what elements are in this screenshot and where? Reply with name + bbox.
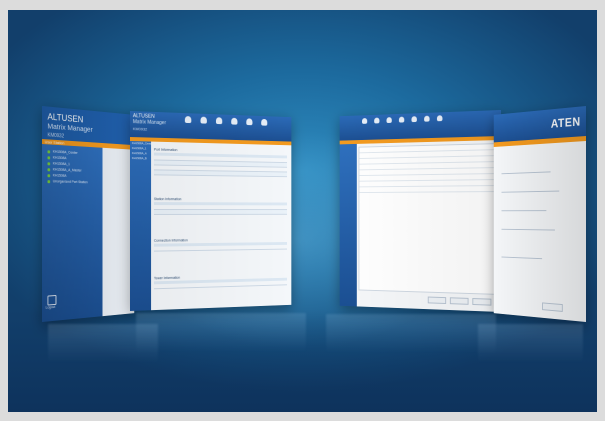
product-name: Matrix Manager <box>132 119 166 127</box>
model-name: KM0932 <box>132 126 148 132</box>
toolbar-icon <box>411 116 417 123</box>
toolbar-icon <box>200 116 207 124</box>
data-grid <box>358 143 498 295</box>
window-center-left: ALTUSEN Matrix Manager KM0932 KH1508A_Ce… <box>130 111 292 311</box>
dialog-button[interactable] <box>472 298 492 306</box>
main-panel: Port Information Station Information Con… <box>151 141 292 311</box>
toolbar-icon <box>261 118 268 126</box>
window-reflection <box>478 324 583 364</box>
window-right: ATEN <box>493 106 586 322</box>
dialog-button[interactable] <box>449 297 469 305</box>
tree-item[interactable]: Unorganized Port Station <box>47 178 88 185</box>
info-section: Station Information <box>153 197 288 215</box>
port-status-icon <box>47 155 51 159</box>
toolbar-button[interactable] <box>182 116 194 124</box>
toolbar-button[interactable] <box>259 118 270 126</box>
form-field[interactable] <box>501 206 547 212</box>
toolbar-icon <box>184 116 192 124</box>
info-section: Port Information <box>153 148 288 178</box>
toolbar-button[interactable] <box>244 118 255 126</box>
table-row[interactable] <box>153 210 288 215</box>
toolbar-icon <box>424 115 430 122</box>
toolbar-button[interactable] <box>435 115 444 125</box>
form-field[interactable] <box>501 252 543 260</box>
toolbar-button[interactable] <box>385 117 394 127</box>
toolbar-icon <box>231 117 238 125</box>
form-field[interactable] <box>501 167 551 175</box>
window-reflection <box>136 313 306 353</box>
toolbar-button[interactable] <box>360 118 369 128</box>
toolbar-button[interactable] <box>213 117 225 125</box>
toolbar-icon <box>386 117 392 124</box>
window-left: ALTUSEN Matrix Manager KM0932 User Stati… <box>42 106 135 322</box>
promo-scene: ALTUSEN Matrix Manager KM0932 User Stati… <box>8 10 597 412</box>
model-name: KM0932 <box>47 132 65 140</box>
port-tree: KH1508A_Center KH1508A KH1508A_1 KH1508A… <box>47 148 88 185</box>
toolbar-button[interactable] <box>422 115 431 126</box>
port-status-icon <box>47 149 51 153</box>
form-field[interactable] <box>501 225 555 231</box>
toolbar-icon <box>436 115 443 122</box>
toolbar-button[interactable] <box>397 116 406 127</box>
toolbar-icon <box>361 118 368 124</box>
window-reflection <box>326 314 496 354</box>
toolbar-icon <box>374 117 380 124</box>
aten-logo: ATEN <box>550 114 581 131</box>
info-section: Connection Information <box>153 237 288 252</box>
sidebar-item[interactable]: KH1508A_B <box>130 156 151 161</box>
port-status-icon <box>47 167 51 171</box>
toolbar-icon <box>246 118 253 126</box>
port-status-icon <box>47 161 51 165</box>
table-row[interactable] <box>153 244 288 252</box>
toolbar-button[interactable] <box>410 116 419 126</box>
window-center-right <box>339 110 501 312</box>
form-field[interactable] <box>501 186 560 193</box>
info-section: Tower Information <box>153 273 288 290</box>
toolbar-icon <box>215 117 223 125</box>
port-status-icon <box>47 179 51 183</box>
toolbar-icon <box>398 116 405 123</box>
sidebar <box>339 143 357 307</box>
table-row[interactable] <box>153 170 288 178</box>
dialog-button[interactable] <box>427 296 447 305</box>
toolbar-button[interactable] <box>229 117 241 125</box>
toolbar-button[interactable] <box>372 117 381 127</box>
table-row[interactable] <box>359 186 497 194</box>
logout-label[interactable]: Logout <box>46 305 56 310</box>
sidebar: KH1508A_Center KH1508A_1 KH1508A_A KH150… <box>130 141 153 311</box>
port-status-icon <box>47 173 51 177</box>
toolbar-button[interactable] <box>198 116 210 124</box>
dialog-button[interactable] <box>542 302 563 312</box>
